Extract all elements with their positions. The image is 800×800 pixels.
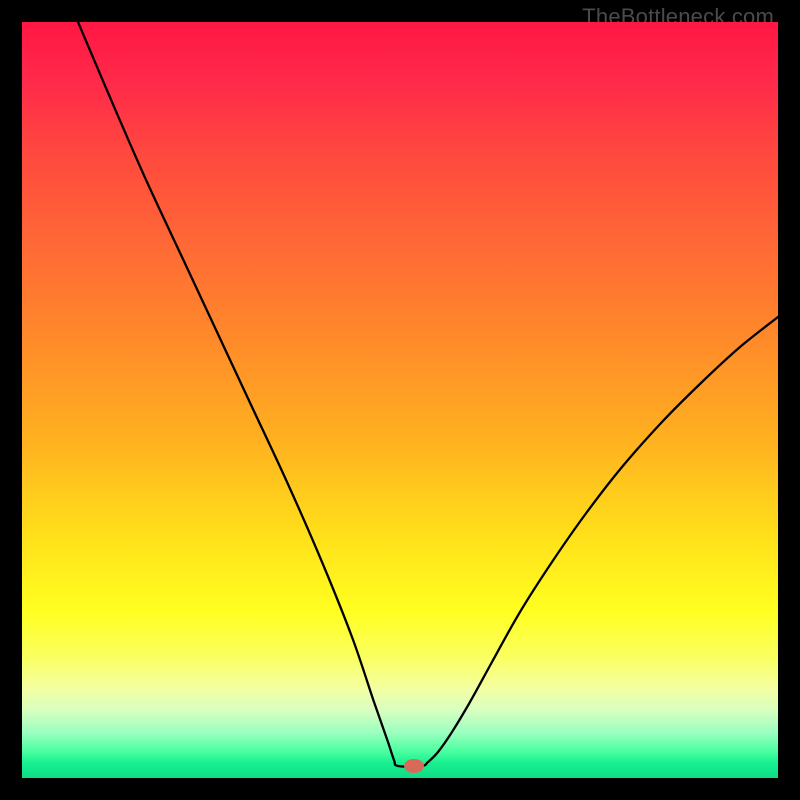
bottleneck-curve (78, 22, 778, 767)
plot-area (22, 22, 778, 778)
curve-svg (22, 22, 778, 778)
chart-frame: TheBottleneck.com (0, 0, 800, 800)
optimal-marker (404, 759, 424, 773)
